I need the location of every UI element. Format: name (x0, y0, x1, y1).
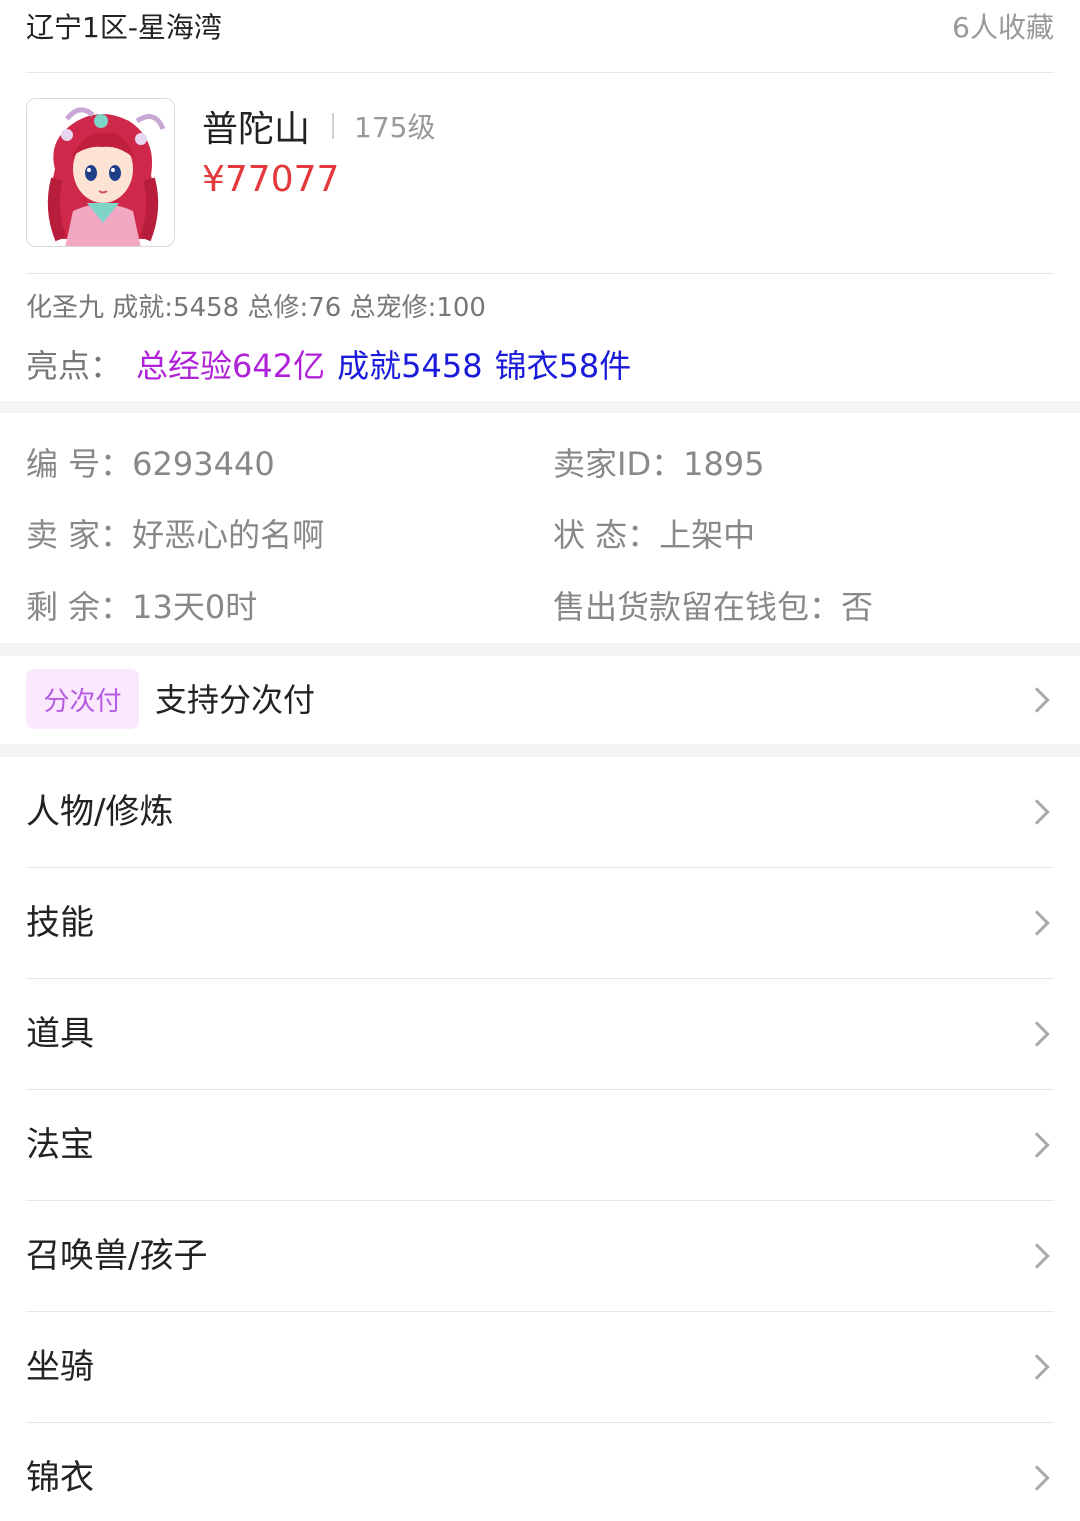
chevron-right-icon (1024, 910, 1050, 936)
school-name: 普陀山 (202, 109, 311, 150)
divider (26, 72, 1054, 73)
chevron-right-icon (1024, 1465, 1050, 1491)
character-stats: 化圣九 成就:5458 总修:76 总宠修:100 (26, 293, 486, 323)
server-name: 辽宁1区-星海湾 (26, 11, 222, 44)
highlight-item: 成就5458 (337, 347, 483, 385)
installment-text: 支持分次付 (155, 681, 316, 719)
wallet-setting: 售出货款留在钱包：否 (553, 588, 874, 626)
menu-item-label: 人物/修炼 (26, 792, 174, 832)
chevron-right-icon (1024, 1132, 1050, 1158)
chevron-right-icon (1024, 1243, 1050, 1269)
character-portrait-image (27, 99, 174, 246)
divider (26, 273, 1054, 274)
title-row: 普陀山 175级 (202, 100, 435, 152)
installment-row[interactable]: 分次付 支持分次付 (0, 656, 1080, 744)
highlight-item: 总经验642亿 (136, 347, 326, 385)
serial-number: 编 号：6293440 (26, 445, 275, 483)
top-bar: 辽宁1区-星海湾 6人收藏 (0, 0, 1080, 72)
chevron-right-icon (1024, 799, 1050, 825)
section-gap (0, 401, 1080, 413)
character-level: 175级 (354, 111, 436, 144)
menu-item-label: 法宝 (26, 1125, 94, 1165)
section-gap (0, 744, 1080, 757)
chevron-right-icon (1024, 1021, 1050, 1047)
favorites-count[interactable]: 6人收藏 (952, 8, 1054, 48)
menu-item-label: 召唤兽/孩子 (26, 1236, 208, 1276)
title-separator (332, 113, 335, 139)
menu-item-label: 道具 (26, 1014, 94, 1054)
highlight-item: 锦衣58件 (494, 347, 632, 385)
menu-item-label: 技能 (26, 903, 94, 943)
menu-item-skills[interactable]: 技能 (0, 868, 1080, 979)
menu-item-pets[interactable]: 召唤兽/孩子 (0, 1201, 1080, 1312)
highlights: 亮点： 总经验642亿 成就5458 锦衣58件 (26, 343, 631, 389)
character-avatar[interactable] (26, 98, 175, 247)
price: ¥77077 (202, 159, 340, 200)
menu-item-items[interactable]: 道具 (0, 979, 1080, 1090)
menu-item-outfits[interactable]: 锦衣 (0, 1423, 1080, 1521)
listing-status: 状 态：上架中 (553, 516, 756, 554)
remaining-time: 剩 余：13天0时 (26, 588, 258, 626)
section-gap (0, 643, 1080, 656)
installment-badge: 分次付 (26, 669, 139, 729)
chevron-right-icon (1024, 687, 1050, 713)
chevron-right-icon (1024, 1354, 1050, 1380)
menu-item-character[interactable]: 人物/修炼 (0, 757, 1080, 868)
menu-item-label: 锦衣 (26, 1458, 94, 1498)
menu-item-label: 坐骑 (26, 1347, 94, 1387)
seller-id: 卖家ID：1895 (553, 445, 765, 483)
seller-name[interactable]: 卖 家：好恶心的名啊 (26, 513, 324, 557)
menu-item-treasures[interactable]: 法宝 (0, 1090, 1080, 1201)
highlights-label: 亮点： (26, 347, 123, 385)
menu-item-mounts[interactable]: 坐骑 (0, 1312, 1080, 1423)
